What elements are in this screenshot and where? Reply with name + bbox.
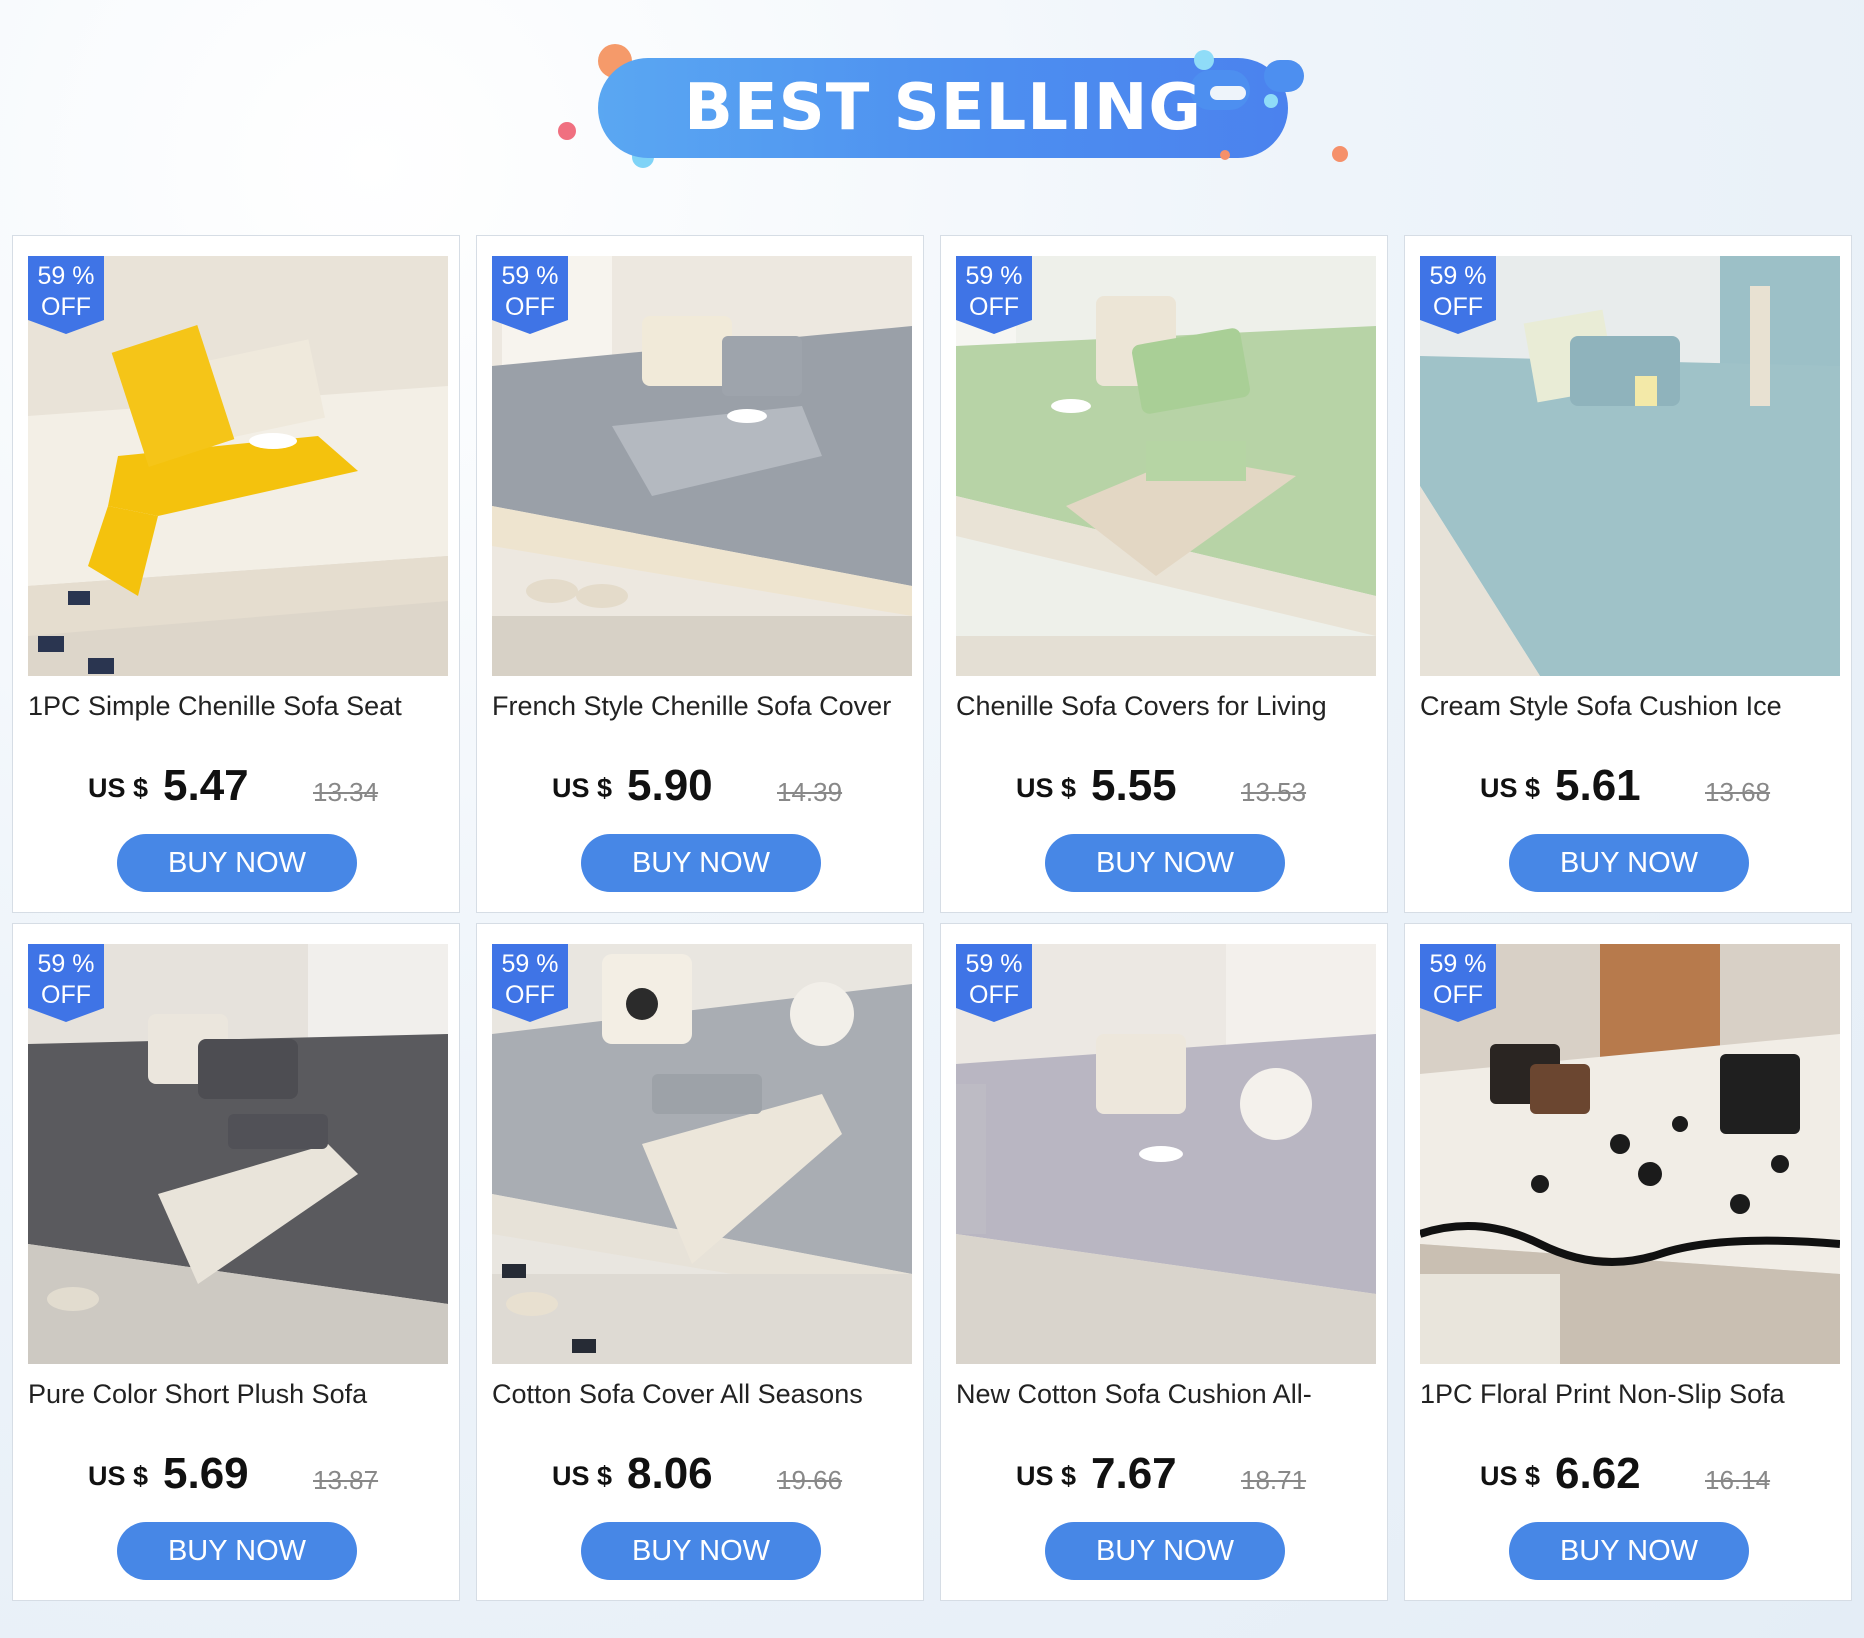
sale-price: 5.55 bbox=[1091, 761, 1177, 810]
product-title[interactable]: New Cotton Sofa Cushion All- bbox=[956, 1379, 1381, 1410]
currency-label: US $ bbox=[88, 1461, 149, 1491]
product-title[interactable]: 1PC Simple Chenille Sofa Seat bbox=[28, 691, 453, 722]
original-price: 18.71 bbox=[1241, 1465, 1307, 1495]
price-row: US $ 5.61 13.68 bbox=[1405, 761, 1853, 821]
product-title[interactable]: Cotton Sofa Cover All Seasons bbox=[492, 1379, 917, 1410]
discount-badge: 59 % OFF bbox=[492, 944, 568, 1022]
original-price: 14.39 bbox=[777, 777, 843, 807]
discount-badge: 59 % OFF bbox=[1420, 944, 1496, 1022]
product-title[interactable]: Cream Style Sofa Cushion Ice bbox=[1420, 691, 1845, 722]
best-selling-banner: BEST SELLING bbox=[0, 0, 1864, 230]
original-price: 16.14 bbox=[1705, 1465, 1771, 1495]
buy-now-button[interactable]: BUY NOW bbox=[1045, 1522, 1285, 1580]
discount-badge: 59 % OFF bbox=[956, 256, 1032, 334]
product-card[interactable]: 59 % OFF 1PC Simple Chenille Sofa Seat US… bbox=[12, 235, 460, 913]
original-price: 19.66 bbox=[777, 1465, 843, 1495]
sale-price: 5.47 bbox=[163, 761, 249, 810]
buy-now-button[interactable]: BUY NOW bbox=[117, 834, 357, 892]
product-title[interactable]: Pure Color Short Plush Sofa bbox=[28, 1379, 453, 1410]
original-price: 13.34 bbox=[313, 777, 379, 807]
discount-badge: 59 % OFF bbox=[1420, 256, 1496, 334]
currency-label: US $ bbox=[552, 773, 613, 803]
price-row: US $ 5.47 13.34 bbox=[13, 761, 461, 821]
currency-label: US $ bbox=[1016, 773, 1077, 803]
banner-title: BEST SELLING bbox=[684, 71, 1202, 145]
product-card[interactable]: 59 % OFF Cream Style Sofa Cushion Ice US … bbox=[1404, 235, 1852, 913]
discount-badge: 59 % OFF bbox=[28, 944, 104, 1022]
discount-badge: 59 % OFF bbox=[28, 256, 104, 334]
product-card[interactable]: 59 % OFF French Style Chenille Sofa Cover… bbox=[476, 235, 924, 913]
product-grid: 59 % OFF 1PC Simple Chenille Sofa Seat US… bbox=[12, 235, 1856, 1601]
buy-now-button[interactable]: BUY NOW bbox=[581, 1522, 821, 1580]
product-title[interactable]: 1PC Floral Print Non-Slip Sofa bbox=[1420, 1379, 1845, 1410]
currency-label: US $ bbox=[1016, 1461, 1077, 1491]
price-row: US $ 7.67 18.71 bbox=[941, 1449, 1389, 1509]
currency-label: US $ bbox=[1480, 773, 1541, 803]
buy-now-button[interactable]: BUY NOW bbox=[117, 1522, 357, 1580]
currency-label: US $ bbox=[88, 773, 149, 803]
product-title[interactable]: French Style Chenille Sofa Cover bbox=[492, 691, 917, 722]
product-card[interactable]: 59 % OFF Cotton Sofa Cover All Seasons US… bbox=[476, 923, 924, 1601]
price-row: US $ 8.06 19.66 bbox=[477, 1449, 925, 1509]
product-card[interactable]: 59 % OFF New Cotton Sofa Cushion All- US … bbox=[940, 923, 1388, 1601]
buy-now-button[interactable]: BUY NOW bbox=[581, 834, 821, 892]
currency-label: US $ bbox=[552, 1461, 613, 1491]
discount-badge: 59 % OFF bbox=[492, 256, 568, 334]
product-title[interactable]: Chenille Sofa Covers for Living bbox=[956, 691, 1381, 722]
sale-price: 5.61 bbox=[1555, 761, 1641, 810]
sale-price: 7.67 bbox=[1091, 1449, 1177, 1498]
discount-badge: 59 % OFF bbox=[956, 944, 1032, 1022]
buy-now-button[interactable]: BUY NOW bbox=[1509, 834, 1749, 892]
sale-price: 5.90 bbox=[627, 761, 713, 810]
sale-price: 8.06 bbox=[627, 1449, 713, 1498]
price-row: US $ 5.69 13.87 bbox=[13, 1449, 461, 1509]
original-price: 13.68 bbox=[1705, 777, 1771, 807]
buy-now-button[interactable]: BUY NOW bbox=[1509, 1522, 1749, 1580]
product-card[interactable]: 59 % OFF 1PC Floral Print Non-Slip Sofa U… bbox=[1404, 923, 1852, 1601]
original-price: 13.87 bbox=[313, 1465, 379, 1495]
price-row: US $ 5.55 13.53 bbox=[941, 761, 1389, 821]
sale-price: 5.69 bbox=[163, 1449, 249, 1498]
buy-now-button[interactable]: BUY NOW bbox=[1045, 834, 1285, 892]
currency-label: US $ bbox=[1480, 1461, 1541, 1491]
original-price: 13.53 bbox=[1241, 777, 1307, 807]
price-row: US $ 5.90 14.39 bbox=[477, 761, 925, 821]
sale-price: 6.62 bbox=[1555, 1449, 1641, 1498]
product-card[interactable]: 59 % OFF Chenille Sofa Covers for Living … bbox=[940, 235, 1388, 913]
product-card[interactable]: 59 % OFF Pure Color Short Plush Sofa US $… bbox=[12, 923, 460, 1601]
decor-dot bbox=[1332, 146, 1348, 162]
decor-dot bbox=[558, 122, 576, 140]
price-row: US $ 6.62 16.14 bbox=[1405, 1449, 1853, 1509]
